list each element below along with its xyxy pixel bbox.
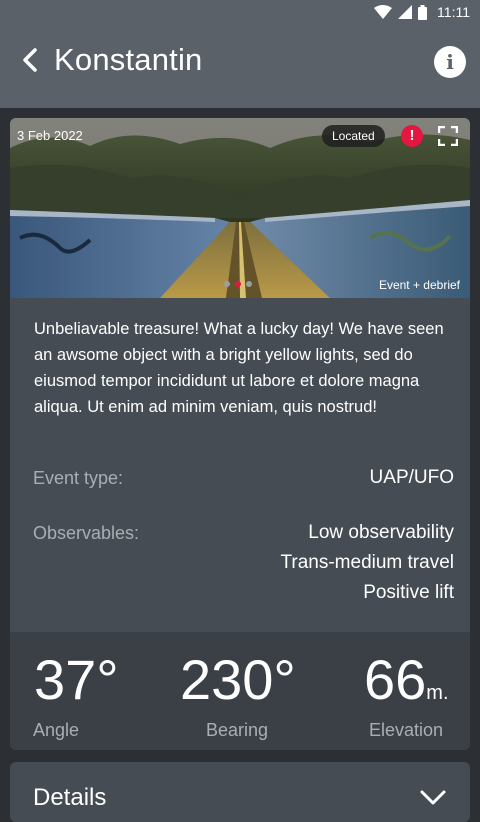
fullscreen-button[interactable] [438,126,458,146]
carousel-dot[interactable] [224,281,230,287]
sighting-description: Unbeliavable treasure! What a lucky day!… [34,320,444,416]
elevation-unit: m. [426,682,449,704]
date-label: 3 Feb 2022 [17,128,83,143]
observables-label: Observables: [33,523,140,543]
stats-panel: 37° Angle 230° Bearing 66m. Elevation [10,632,470,750]
info-button[interactable]: i [434,46,466,78]
bearing-value: 230° [180,648,296,711]
observable-item: Trans-medium travel [280,552,454,573]
elevation-label: Elevation [369,720,444,740]
alert-icon[interactable]: ! [401,125,423,147]
fullscreen-icon [438,126,458,146]
battery-icon [418,4,428,20]
event-type-label: Event type: [33,468,124,488]
observable-item: Positive lift [363,582,454,603]
sighting-photo [10,118,470,298]
status-bar: 11:11 [0,0,480,24]
sighting-card: 3 Feb 2022 Located ! Event + debrief Unb… [10,118,470,750]
wifi-icon [374,5,393,19]
bearing-label: Bearing [206,720,269,740]
signal-icon [398,5,413,19]
angle-label: Angle [33,720,80,740]
status-icons: 11:11 [374,4,470,20]
carousel-dot-active[interactable] [235,281,241,287]
elevation-value: 66m. [364,648,449,711]
observable-item: Low observability [308,522,454,543]
app-bar: Konstantin i [0,24,480,108]
info-icon: i [446,50,454,74]
located-badge: Located [322,125,385,147]
details-section[interactable]: Details [10,762,470,822]
status-time: 11:11 [437,4,470,20]
chevron-down-icon[interactable] [420,790,446,806]
carousel-indicator [224,281,252,287]
angle-value: 37° [34,648,119,711]
photo-carousel[interactable]: 3 Feb 2022 Located ! Event + debrief [10,118,470,298]
details-title: Details [33,784,107,811]
back-button[interactable] [18,46,46,74]
event-type-value: UAP/UFO [369,467,454,488]
carousel-dot[interactable] [246,281,252,287]
page-title: Konstantin [54,42,203,77]
photo-caption: Event + debrief [378,278,460,292]
chevron-left-icon [23,48,37,72]
observables-list: Low observability Trans-medium travel Po… [280,518,454,608]
